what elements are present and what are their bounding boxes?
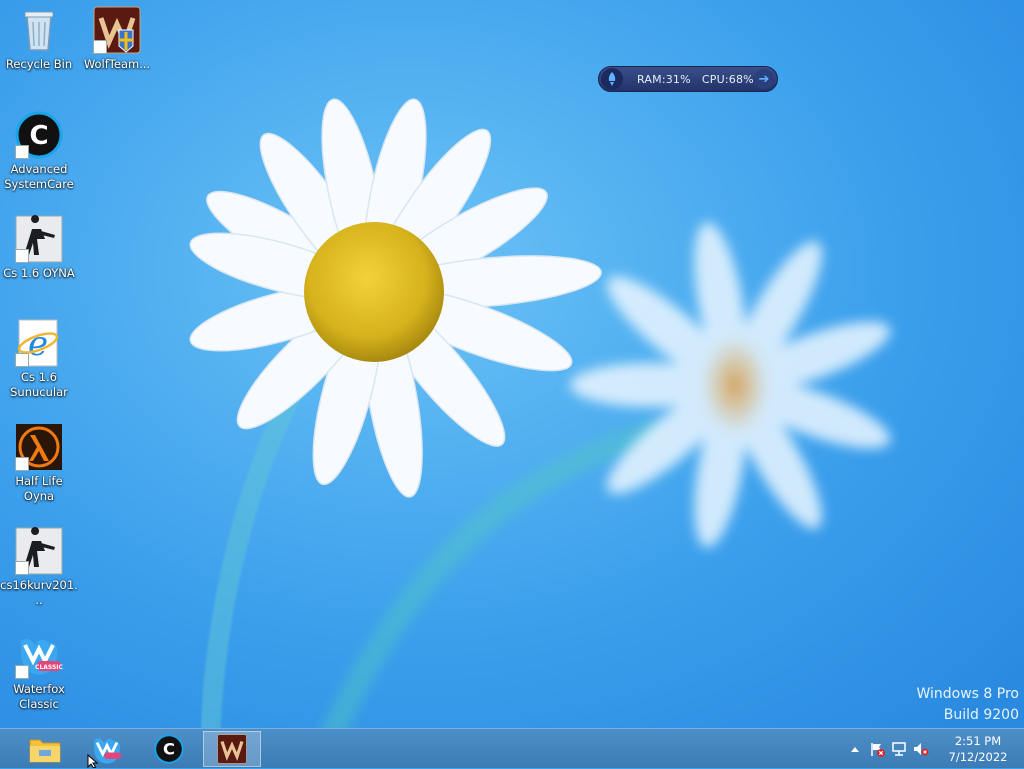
svg-text:e: e	[28, 324, 48, 364]
file-explorer-icon	[29, 739, 61, 763]
desktop-icon-cs-oyna[interactable]: Cs 1.6 OYNA	[0, 215, 78, 281]
windows-version-watermark: Windows 8 Pro Build 9200	[916, 684, 1019, 726]
desktop-icon-recycle-bin[interactable]: Recycle Bin	[0, 6, 78, 72]
clock-date: 7/12/2022	[948, 750, 1008, 764]
ram-label: RAM:	[637, 72, 666, 86]
desktop-icon-label: Recycle Bin	[5, 57, 73, 71]
advanced-systemcare-icon: C	[154, 734, 184, 764]
network-icon[interactable]	[890, 740, 908, 758]
taskbar-wolfteam[interactable]	[203, 731, 261, 767]
svg-text:C: C	[163, 740, 175, 759]
desktop-icon-label: Advanced SystemCare	[4, 162, 74, 191]
clock-time: 2:51 PM	[954, 734, 1002, 748]
cpu-value: 68	[728, 72, 744, 86]
desktop-icon-label: Half Life Oyna	[15, 474, 63, 503]
cpu-unit: %	[743, 72, 754, 86]
desktop-icon-label: Cs 1.6 OYNA	[3, 266, 75, 280]
windows-edition: Windows 8 Pro	[916, 686, 1019, 702]
rocket-icon[interactable]	[601, 68, 623, 90]
wolfteam-icon	[217, 734, 247, 764]
wolfteam-icon	[93, 6, 141, 54]
advanced-systemcare-icon: C	[15, 111, 63, 159]
desktop-icon-label: Waterfox Classic	[13, 682, 65, 711]
desktop-wallpaper	[0, 0, 1024, 768]
waterfox-icon: CLASSIC	[15, 631, 64, 679]
svg-text:C: C	[29, 121, 48, 151]
desktop-icon-wolfteam[interactable]: WolfTeam...	[78, 6, 156, 72]
desktop-icon-label: WolfTeam...	[83, 57, 151, 71]
volume-muted-icon[interactable]	[912, 740, 930, 758]
mouse-cursor-icon	[87, 754, 99, 768]
cpu-label: CPU:	[701, 72, 729, 86]
ram-value: 31	[665, 72, 681, 86]
taskbar: C 2:51 PM 7/12/2022	[0, 728, 1024, 768]
arrow-right-icon[interactable]: ➔	[754, 69, 774, 89]
desktop-icon-cs16kurv[interactable]: cs16kurv201...	[0, 527, 78, 608]
system-tray: 2:51 PM 7/12/2022	[844, 729, 1024, 769]
taskbar-advanced-systemcare[interactable]: C	[140, 731, 198, 767]
recycle-bin-icon	[15, 6, 63, 54]
desktop-icon-half-life[interactable]: Half Life Oyna	[0, 423, 78, 504]
action-center-flag-icon[interactable]	[868, 740, 886, 758]
counter-strike-icon	[15, 215, 63, 263]
internet-explorer-icon: e	[15, 319, 63, 367]
ram-unit: %	[680, 72, 691, 86]
taskbar-file-explorer[interactable]	[16, 731, 74, 767]
windows-build: Build 9200	[943, 707, 1019, 723]
desktop-icon-advanced-systemcare[interactable]: C Advanced SystemCare	[0, 111, 78, 192]
system-monitor-gadget[interactable]: RAM:31% CPU:68% ➔	[598, 66, 778, 92]
counter-strike-icon	[15, 527, 63, 575]
desktop-icon-waterfox[interactable]: CLASSIC Waterfox Classic	[0, 631, 78, 712]
taskbar-clock[interactable]: 2:51 PM 7/12/2022	[932, 733, 1024, 765]
desktop-icon-cs-sunucular[interactable]: e Cs 1.6 Sunucular	[0, 319, 78, 400]
show-hidden-icons-chevron[interactable]	[846, 740, 864, 758]
desktop-icon-label: cs16kurv201...	[0, 578, 78, 607]
gadget-stats: RAM:31% CPU:68%	[637, 73, 754, 86]
svg-text:CLASSIC: CLASSIC	[35, 664, 63, 671]
desktop-icon-label: Cs 1.6 Sunucular	[10, 370, 68, 399]
half-life-icon	[15, 423, 63, 471]
